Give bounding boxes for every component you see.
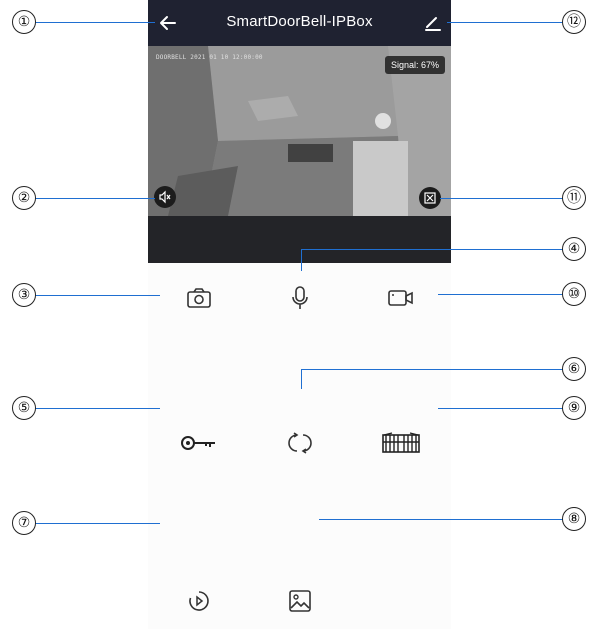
callout-2: ②: [12, 186, 36, 210]
refresh-icon: [287, 432, 312, 454]
callout-line-6: [301, 369, 567, 370]
control-panel: [148, 263, 451, 629]
video-toolbar: [148, 216, 451, 263]
callout-line-7: [35, 523, 160, 524]
album-button[interactable]: [249, 573, 350, 629]
snapshot-button[interactable]: [148, 263, 249, 333]
callout-9: ⑨: [562, 396, 586, 420]
callout-11: ⑪: [562, 186, 586, 210]
callout-line-12: [447, 22, 567, 23]
callout-line-3: [35, 295, 160, 296]
callout-7: ⑦: [12, 511, 36, 535]
callout-8: ⑧: [562, 507, 586, 531]
edit-button[interactable]: [421, 11, 445, 35]
callout-10: ⑩: [562, 282, 586, 306]
fullscreen-icon: [424, 192, 436, 204]
talk-button[interactable]: [249, 263, 350, 333]
key-icon: [180, 436, 215, 450]
video-record-icon: [387, 290, 413, 306]
pencil-icon: [425, 17, 441, 31]
callout-line-1: [35, 22, 155, 23]
callout-line-10: [438, 294, 567, 295]
unlock-button[interactable]: [148, 393, 249, 493]
callout-6: ⑥: [562, 357, 586, 381]
fullscreen-button[interactable]: [419, 187, 441, 209]
gate-button[interactable]: [350, 393, 451, 493]
live-video-view[interactable]: DOORBELL 2021 01 10 12:00:00 Signal: 67%: [148, 46, 451, 216]
callout-3: ③: [12, 283, 36, 307]
record-button[interactable]: [350, 263, 451, 333]
playback-button[interactable]: [148, 573, 249, 629]
switch-button[interactable]: [249, 393, 350, 493]
playback-icon: [188, 591, 209, 611]
callout-5: ⑤: [12, 396, 36, 420]
app-header: SmartDoorBell-IPBox: [148, 0, 451, 46]
callout-line-4: [301, 249, 567, 250]
callout-line-9: [438, 408, 567, 409]
image-icon: [288, 590, 311, 612]
callout-line-8: [319, 519, 567, 520]
callout-line-11: [440, 198, 567, 199]
callout-12: ⑫: [562, 10, 586, 34]
timestamp-overlay: DOORBELL 2021 01 10 12:00:00: [156, 54, 263, 61]
callout-line-5: [35, 408, 160, 409]
microphone-icon: [291, 286, 308, 309]
mute-button[interactable]: [154, 186, 176, 208]
device-title: SmartDoorBell-IPBox: [226, 13, 373, 30]
callout-4: ④: [562, 237, 586, 261]
callout-1: ①: [12, 10, 36, 34]
gate-icon: [381, 432, 420, 453]
callout-line-4-drop: [301, 249, 302, 271]
signal-strength-badge: Signal: 67%: [384, 56, 445, 74]
camera-icon: [186, 288, 211, 308]
speaker-mute-icon: [159, 190, 171, 204]
callout-line-2: [35, 198, 155, 199]
callout-line-6-drop: [301, 369, 302, 389]
